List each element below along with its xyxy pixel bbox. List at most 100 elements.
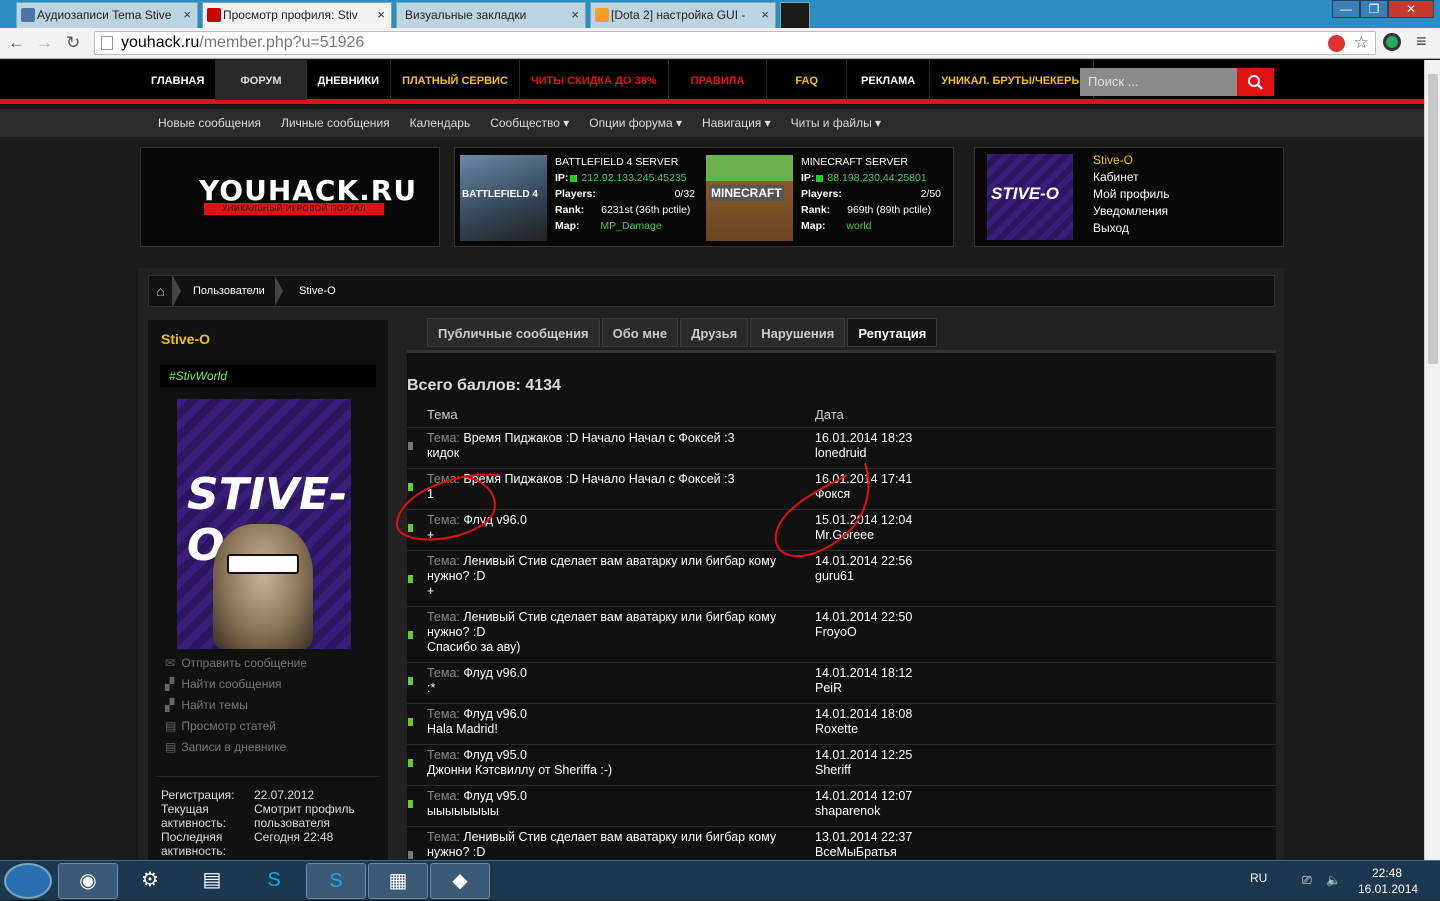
reputation-positive-icon bbox=[408, 575, 413, 583]
browser-tab-dota[interactable]: [Dota 2] настройка GUI - × bbox=[590, 2, 776, 28]
search-input[interactable]: Поиск ... bbox=[1080, 68, 1237, 96]
nav-paid-service[interactable]: ПЛАТНЫЙ СЕРВИС bbox=[391, 60, 520, 100]
user-avatar-small[interactable]: STIVE-O bbox=[987, 154, 1073, 240]
web-page: ГЛАВНАЯ ФОРУМ ДНЕВНИКИ ПЛАТНЫЙ СЕРВИС ЧИ… bbox=[0, 60, 1424, 860]
close-tab-icon[interactable]: × bbox=[761, 3, 769, 27]
subnav-cheats-files[interactable]: Читы и файлы ▾ bbox=[781, 109, 891, 137]
subnav-forum-options[interactable]: Опции форума ▾ bbox=[579, 109, 692, 137]
close-tab-icon[interactable]: × bbox=[183, 3, 191, 27]
tab-infractions[interactable]: Нарушения bbox=[750, 318, 846, 347]
tab-about[interactable]: Обо мне bbox=[601, 318, 679, 347]
subnav-new-posts[interactable]: Новые сообщения bbox=[148, 109, 271, 137]
steam-taskbar-icon[interactable]: ⚙ bbox=[120, 863, 180, 899]
subnav-navigation[interactable]: Навигация ▾ bbox=[692, 109, 781, 137]
usermenu-notifications[interactable]: Уведомления bbox=[1093, 203, 1170, 220]
close-tab-icon[interactable]: × bbox=[571, 3, 579, 27]
nav-brutes[interactable]: УНИКАЛ. БРУТЫ/ЧЕКЕРЫ bbox=[930, 60, 1095, 100]
minecraft-image: MINECRAFT bbox=[706, 155, 793, 241]
topic-link[interactable]: Время Пиджаков :D Начало Начал с Фоксей … bbox=[463, 431, 734, 445]
minimize-button[interactable]: — bbox=[1332, 0, 1360, 18]
nav-ads[interactable]: РЕКЛАМА bbox=[847, 60, 931, 100]
view-articles-link[interactable]: ▤ Просмотр статей bbox=[165, 719, 276, 733]
app-taskbar-icon[interactable]: ◆ bbox=[430, 863, 490, 899]
close-tab-icon[interactable]: × bbox=[377, 3, 385, 27]
back-icon[interactable]: ← bbox=[8, 33, 25, 53]
tab-public-messages[interactable]: Публичные сообщения bbox=[427, 318, 600, 347]
clock-time[interactable]: 22:48 bbox=[1372, 866, 1402, 880]
user-link[interactable]: PeiR bbox=[815, 681, 842, 695]
winrar-taskbar-icon[interactable]: ▦ bbox=[368, 863, 428, 899]
topic-link[interactable]: Флуд v96.0 bbox=[463, 707, 527, 721]
search-button[interactable] bbox=[1237, 68, 1274, 96]
find-posts-link[interactable]: ▞ Найти сообщения bbox=[165, 677, 282, 691]
close-window-button[interactable]: ✕ bbox=[1388, 0, 1434, 18]
subnav-calendar[interactable]: Календарь bbox=[400, 109, 481, 137]
clock-date[interactable]: 16.01.2014 bbox=[1358, 882, 1418, 896]
forward-icon[interactable]: → bbox=[36, 33, 53, 53]
browser-tab-profile[interactable]: Просмотр профиля: Stiv × bbox=[202, 2, 392, 28]
topic-link[interactable]: Флуд v95.0 bbox=[463, 748, 527, 762]
glasses-icon bbox=[227, 554, 299, 574]
skype-taskbar-icon[interactable]: S bbox=[244, 863, 304, 899]
new-tab-button[interactable] bbox=[780, 2, 810, 28]
profile-sidebar: Stive-O #StivWorld STIVE-O ✉ Отправить с… bbox=[148, 320, 388, 860]
breadcrumb-current: Stive-O bbox=[299, 285, 336, 297]
nav-rules[interactable]: ПРАВИЛА bbox=[669, 60, 768, 100]
network-icon[interactable]: ⎚ bbox=[1302, 873, 1312, 888]
volume-icon[interactable]: 🔈 bbox=[1326, 873, 1341, 887]
url-input[interactable]: youhack.ru/member.php?u=51926 ☆ bbox=[94, 31, 1376, 55]
subnav-private-messages[interactable]: Личные сообщения bbox=[271, 109, 400, 137]
reputation-negative-icon bbox=[408, 442, 413, 450]
reload-icon[interactable]: ↻ bbox=[66, 33, 80, 53]
reputation-row: Тема: Флуд v96.0 Hala Madrid! 14.01.2014 … bbox=[407, 703, 1276, 744]
minecraft-info: MINECRAFT SERVER IP: 88.198.230.44:25801 … bbox=[801, 156, 941, 232]
scrollbar-thumb[interactable] bbox=[1428, 74, 1438, 364]
usermenu-name[interactable]: Stive-O bbox=[1093, 152, 1170, 169]
bookmark-star-icon[interactable]: ☆ bbox=[1354, 32, 1369, 54]
usermenu-logout[interactable]: Выход bbox=[1093, 220, 1170, 237]
user-link[interactable]: Roxette bbox=[815, 722, 858, 736]
topic-link[interactable]: Флуд v96.0 bbox=[463, 666, 527, 680]
subnav-community[interactable]: Сообщество ▾ bbox=[480, 109, 579, 137]
sub-nav: Новые сообщения Личные сообщения Календа… bbox=[0, 109, 1424, 137]
menu-icon[interactable]: ≡ bbox=[1416, 31, 1427, 52]
user-link[interactable]: ВсеМыБратья bbox=[815, 845, 897, 859]
chrome-taskbar-icon[interactable]: ◉ bbox=[58, 863, 118, 899]
skype-chat-taskbar-icon[interactable]: S bbox=[306, 863, 366, 899]
nav-cheats-sale[interactable]: ЧИТЫ СКИДКА ДО 38% bbox=[520, 60, 669, 100]
browser-tab-bookmarks[interactable]: Визуальные закладки × bbox=[396, 2, 586, 28]
topic-link[interactable]: Флуд v95.0 bbox=[463, 789, 527, 803]
user-link[interactable]: shaparenok bbox=[815, 804, 880, 818]
usermenu-cabinet[interactable]: Кабинет bbox=[1093, 169, 1170, 186]
nav-faq[interactable]: FAQ bbox=[767, 60, 848, 100]
site-logo[interactable]: YOUHACK.RU УНИКАЛЬНЫЙ ИГРОВОЙ ПОРТАЛ bbox=[140, 147, 440, 247]
nav-home[interactable]: ГЛАВНАЯ bbox=[140, 60, 217, 100]
language-indicator[interactable]: RU bbox=[1250, 871, 1267, 885]
page-scrollbar[interactable] bbox=[1424, 60, 1440, 860]
home-icon[interactable]: ⌂ bbox=[149, 276, 173, 306]
find-threads-link[interactable]: ▞ Найти темы bbox=[165, 698, 248, 712]
start-button[interactable] bbox=[4, 863, 52, 899]
user-link[interactable]: FroyoO bbox=[815, 625, 857, 639]
server-status-banner: BATTLEFIELD 4 BATTLEFIELD 4 SERVER IP: 21… bbox=[454, 147, 954, 247]
user-link[interactable]: Sheriff bbox=[815, 763, 851, 777]
maximize-button[interactable]: ❐ bbox=[1360, 0, 1388, 18]
topic-link[interactable]: Ленивый Стив сделает вам аватарку или би… bbox=[427, 830, 776, 859]
tab-reputation[interactable]: Репутация bbox=[847, 318, 938, 347]
usermenu-my-profile[interactable]: Мой профиль bbox=[1093, 186, 1170, 203]
breadcrumb-users[interactable]: Пользователи bbox=[193, 276, 265, 306]
profile-status: #StivWorld bbox=[160, 365, 376, 387]
topic-link[interactable]: Ленивый Стив сделает вам аватарку или би… bbox=[427, 610, 776, 639]
tab-friends[interactable]: Друзья bbox=[680, 318, 749, 347]
pro-extension-icon[interactable] bbox=[1328, 35, 1345, 52]
browser-tab-audio[interactable]: Аудиозаписи Tema Stive × bbox=[16, 2, 198, 28]
notepad-taskbar-icon[interactable]: ▤ bbox=[182, 863, 242, 899]
nav-forum[interactable]: ФОРУМ bbox=[216, 60, 307, 100]
nav-diaries[interactable]: ДНЕВНИКИ bbox=[307, 60, 392, 100]
send-message-link[interactable]: ✉ Отправить сообщение bbox=[165, 656, 307, 670]
cat-image bbox=[213, 524, 313, 649]
reputation-positive-icon bbox=[408, 800, 413, 808]
extension-icon[interactable] bbox=[1383, 33, 1401, 51]
diary-entries-link[interactable]: ▤ Записи в дневнике bbox=[165, 740, 286, 754]
reputation-row: Тема: Флуд v95.0 Джонни Кэтсвиллу от Sher… bbox=[407, 744, 1276, 785]
